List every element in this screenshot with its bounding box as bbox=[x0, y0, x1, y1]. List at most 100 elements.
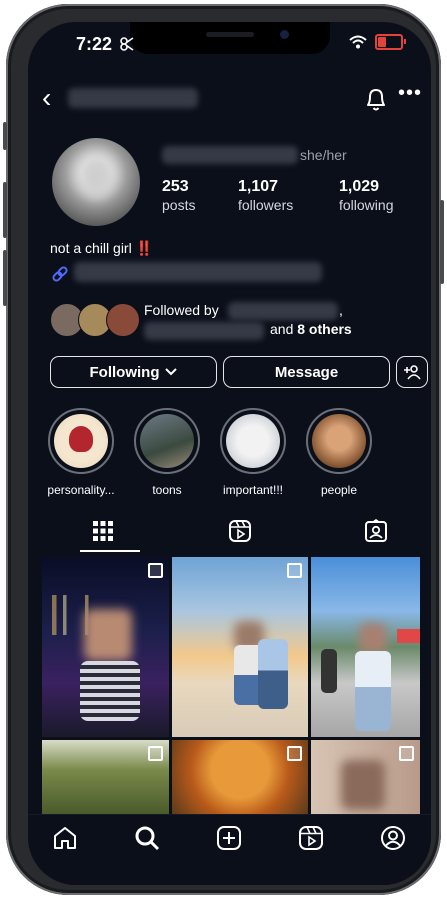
post-tile[interactable] bbox=[172, 740, 308, 814]
speaker bbox=[206, 32, 254, 37]
message-button[interactable]: Message bbox=[223, 356, 390, 388]
phone-frame: 7:22 ‹ ••• she/her 253 posts 1,107 follo… bbox=[3, 4, 444, 895]
blurred-face bbox=[84, 609, 132, 661]
highlight-ring bbox=[48, 408, 114, 474]
post-tile[interactable] bbox=[311, 557, 420, 737]
highlight-label: important!!! bbox=[222, 483, 284, 497]
battery-icon bbox=[375, 34, 406, 50]
power-button bbox=[440, 200, 444, 284]
bystander bbox=[321, 649, 337, 693]
tab-reels-icon[interactable] bbox=[228, 519, 252, 543]
display-name-redacted bbox=[162, 146, 298, 164]
highlight-label: personality... bbox=[47, 483, 115, 497]
striped-shirt bbox=[80, 661, 140, 721]
alarm-icon bbox=[120, 37, 134, 51]
stat-posts-label: posts bbox=[162, 197, 196, 213]
stat-followers[interactable]: 1,107 followers bbox=[238, 178, 293, 213]
highlight-cover bbox=[312, 414, 366, 468]
following-button-label: Following bbox=[89, 363, 160, 381]
bottom-nav bbox=[28, 814, 431, 885]
carousel-icon bbox=[148, 563, 163, 578]
pronouns: she/her bbox=[300, 147, 347, 163]
bio: not a chill girl ‼️ bbox=[50, 240, 153, 257]
status-right bbox=[349, 34, 406, 50]
followed-by-avatars[interactable] bbox=[50, 303, 140, 337]
stat-followers-count: 1,107 bbox=[238, 178, 279, 195]
followed-by-line1[interactable]: Followed by bbox=[144, 302, 219, 318]
highlight-cover bbox=[140, 414, 194, 468]
notifications-bell-icon[interactable] bbox=[364, 86, 388, 112]
volume-down-button bbox=[3, 250, 7, 306]
stat-following-label: following bbox=[339, 197, 394, 213]
avatar-face-blur bbox=[80, 156, 114, 198]
suggested-people-button[interactable] bbox=[396, 356, 428, 388]
add-person-icon bbox=[404, 365, 421, 380]
followed-by-comma: , bbox=[339, 302, 343, 318]
status-time: 7:22 bbox=[76, 34, 113, 54]
highlight-label: people bbox=[320, 483, 358, 497]
stat-following-count: 1,029 bbox=[339, 178, 380, 195]
profile-avatar[interactable] bbox=[52, 138, 140, 226]
post-tile[interactable] bbox=[42, 557, 169, 737]
person bbox=[258, 639, 288, 709]
screen: 7:22 ‹ ••• she/her 253 posts 1,107 follo… bbox=[28, 22, 431, 885]
silent-switch bbox=[3, 122, 7, 150]
blurred-face bbox=[359, 623, 387, 653]
active-tab-indicator bbox=[80, 550, 140, 552]
stat-followers-label: followers bbox=[238, 197, 294, 213]
follower-names-redacted-2 bbox=[144, 322, 264, 340]
chevron-down-icon bbox=[165, 368, 178, 376]
highlight-personality[interactable]: personality... bbox=[41, 408, 121, 497]
highlight-important[interactable]: important!!! bbox=[213, 408, 293, 497]
carousel-icon bbox=[287, 746, 302, 761]
profile-icon[interactable] bbox=[380, 825, 406, 851]
link-icon[interactable] bbox=[50, 264, 70, 284]
highlight-cover bbox=[54, 414, 108, 468]
followed-by-count: 8 others bbox=[297, 321, 352, 337]
highlight-ring bbox=[220, 408, 286, 474]
battery-level bbox=[378, 37, 386, 47]
bio-text: not a chill girl bbox=[50, 240, 132, 256]
notch bbox=[130, 22, 330, 54]
volume-up-button bbox=[3, 182, 7, 238]
back-button[interactable]: ‹ bbox=[42, 84, 51, 112]
carousel-icon bbox=[399, 746, 414, 761]
tab-tagged-icon[interactable] bbox=[364, 519, 388, 543]
followed-by-prefix: Followed by bbox=[144, 302, 219, 318]
bio-link-redacted[interactable] bbox=[74, 262, 322, 282]
highlight-people[interactable]: people bbox=[299, 408, 379, 497]
more-options-icon[interactable]: ••• bbox=[398, 82, 422, 105]
message-button-label: Message bbox=[274, 363, 339, 381]
highlight-cover-art bbox=[69, 426, 93, 452]
highlight-ring bbox=[134, 408, 200, 474]
wifi-icon bbox=[349, 35, 367, 49]
profile-tabs bbox=[28, 516, 431, 554]
post-tile[interactable] bbox=[311, 740, 420, 814]
tab-grid-icon[interactable] bbox=[92, 520, 114, 542]
followed-by-line2[interactable]: and 8 others bbox=[270, 321, 352, 337]
person bbox=[355, 651, 391, 731]
bio-emoji: ‼️ bbox=[135, 240, 154, 256]
highlight-cover bbox=[226, 414, 280, 468]
reels-icon[interactable] bbox=[298, 825, 324, 851]
post-tile[interactable] bbox=[42, 740, 169, 814]
market-tent bbox=[397, 629, 420, 643]
stat-posts[interactable]: 253 posts bbox=[162, 178, 195, 213]
stat-following[interactable]: 1,029 following bbox=[339, 178, 393, 213]
carousel-icon bbox=[287, 563, 302, 578]
followed-by-and: and bbox=[270, 321, 294, 337]
following-button[interactable]: Following bbox=[50, 356, 217, 388]
create-post-icon[interactable] bbox=[216, 825, 242, 851]
highlight-ring bbox=[306, 408, 372, 474]
follower-names-redacted bbox=[228, 302, 338, 320]
highlight-toons[interactable]: toons bbox=[127, 408, 207, 497]
blurred-face bbox=[341, 760, 385, 810]
highlight-label: toons bbox=[152, 483, 182, 497]
search-icon[interactable] bbox=[134, 825, 160, 851]
post-tile[interactable] bbox=[172, 557, 308, 737]
carousel-icon bbox=[148, 746, 163, 761]
follower-avatar bbox=[106, 303, 140, 337]
front-camera bbox=[280, 30, 289, 39]
username-redacted bbox=[68, 88, 198, 108]
home-icon[interactable] bbox=[52, 825, 78, 851]
